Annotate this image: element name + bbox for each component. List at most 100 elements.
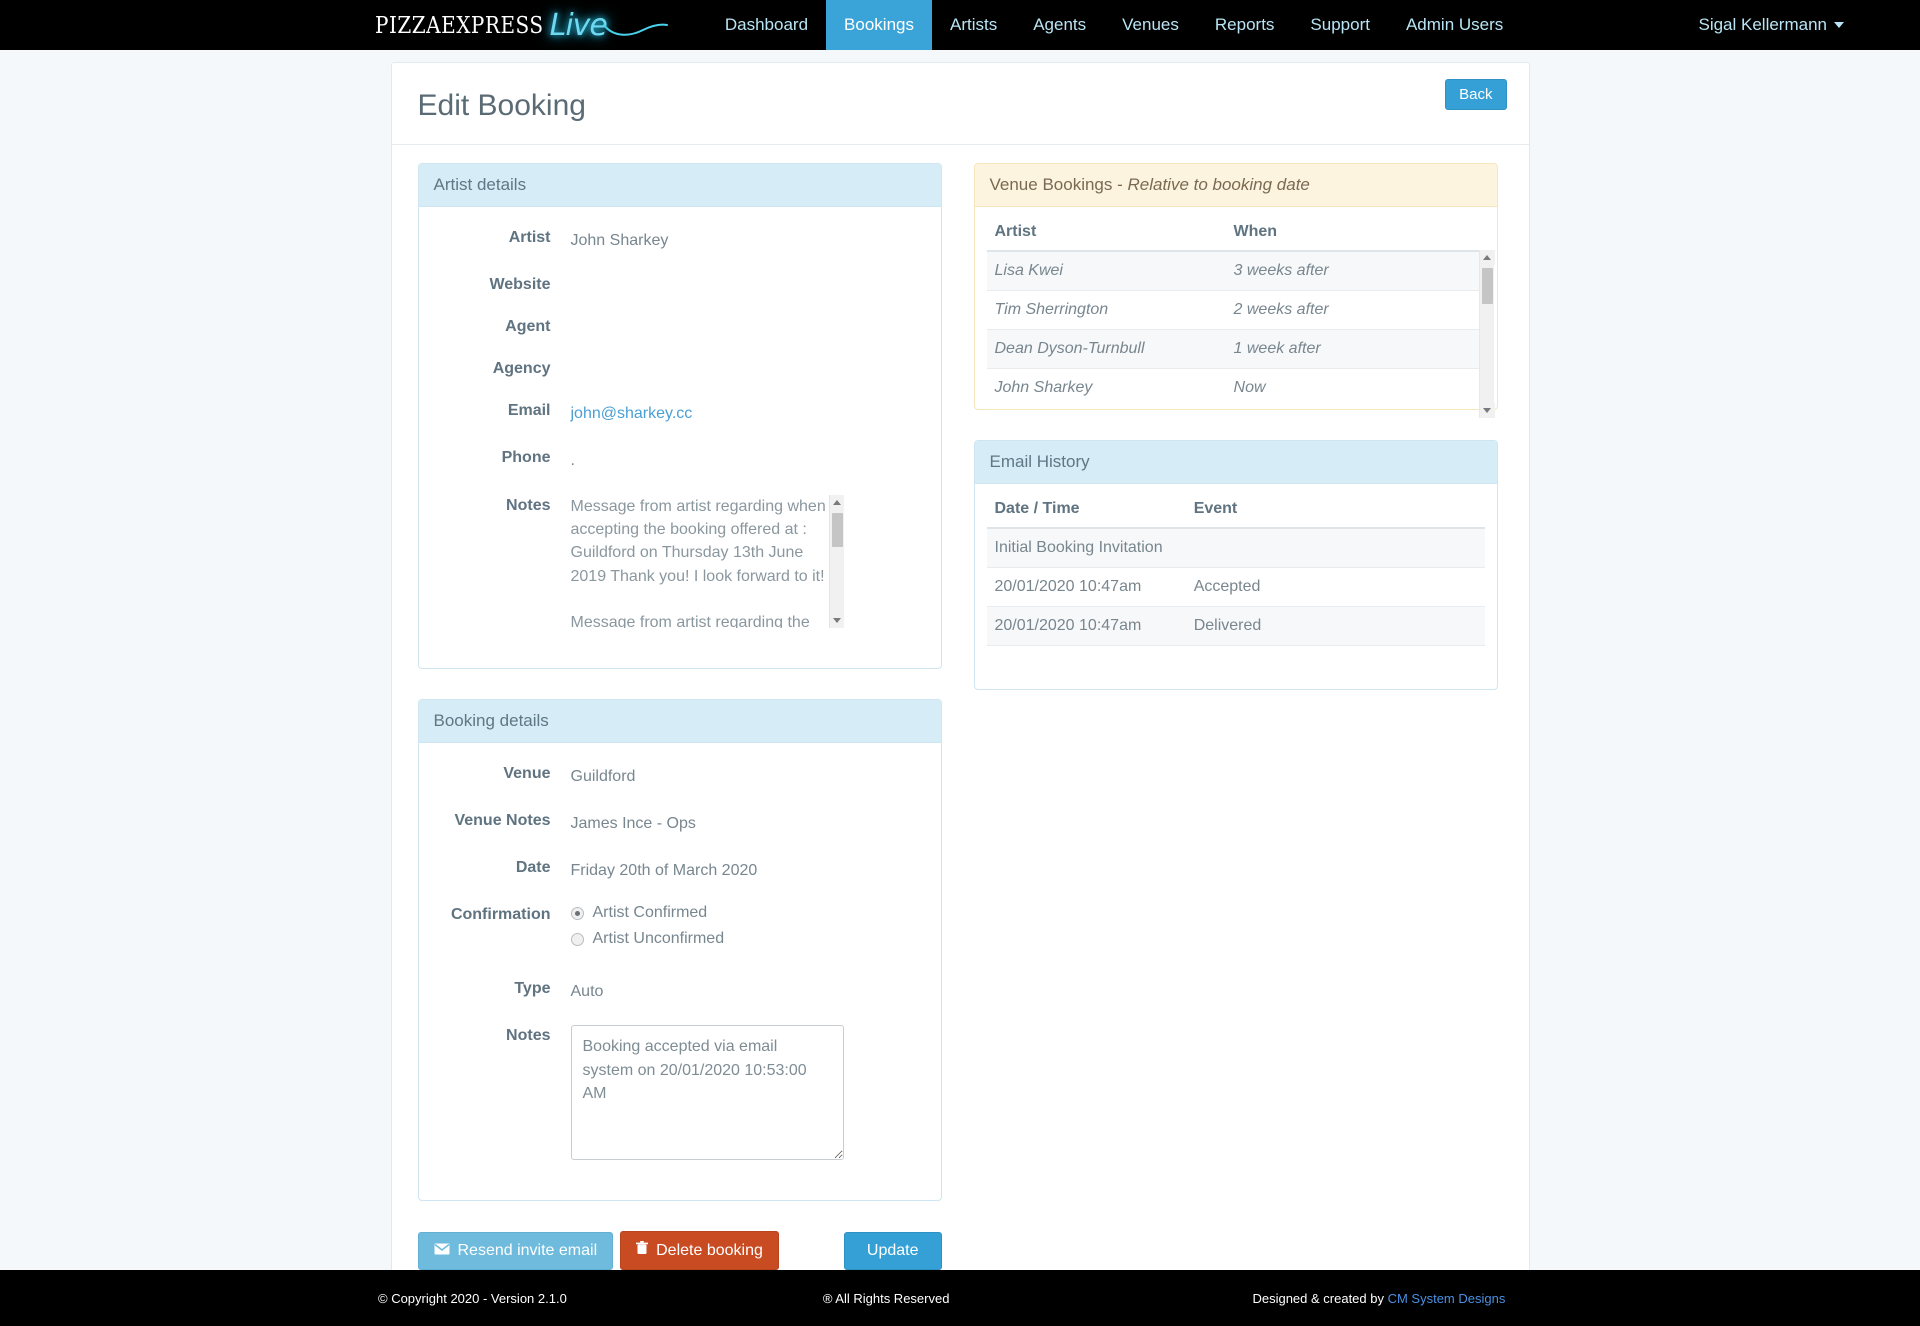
venue-bookings-scrollbar[interactable] [1478,250,1495,418]
venue-bookings-panel: Venue Bookings - Relative to booking dat… [973,163,1498,418]
venue-booking-when: Now [1225,368,1485,399]
label-artist: Artist [508,229,551,246]
venue-booking-artist: Tim Sherrington [986,290,1226,330]
field-row-confirmation: Confirmation Artist Confirmed Artist Unc… [431,904,929,956]
scroll-down-arrow-icon[interactable] [1479,403,1495,418]
artist-notes-scrollbar[interactable] [828,494,844,628]
brand-swoosh-icon [602,21,669,42]
venue-booking-artist: John Sharkey [986,368,1226,399]
chevron-down-icon [1834,22,1844,28]
label-confirmation: Confirmation [450,906,551,924]
radio-option-artist-confirmed[interactable]: Artist Confirmed [570,904,725,922]
nav-item-agents[interactable]: Agents [1015,0,1104,50]
field-row-website: Website [431,274,929,294]
table-row[interactable]: Dean Dyson-Turnbull 1 week after [986,329,1485,369]
confirmation-radio-group: Artist Confirmed Artist Unconfirmed [570,904,725,956]
action-buttons-row: Resend invite email Delete booking Updat… [417,1231,942,1271]
venue-bookings-col-artist: Artist [986,219,1226,252]
label-venue-notes: Venue Notes [454,811,551,829]
radio-artist-confirmed-input[interactable] [570,906,584,920]
booking-details-body: Venue Guildford Venue Notes James Ince -… [419,743,941,1201]
artist-details-body: Artist John Sharkey Website Agent Agency… [419,207,941,668]
venue-bookings-header-row: Artist When [986,219,1485,252]
user-menu-label: Sigal Kellermann [1698,15,1827,34]
artist-notes-scrollbox[interactable]: Message from artist regarding when accep… [571,494,844,628]
email-history-event: Delivered [1185,606,1485,646]
email-history-datetime: 20/01/2020 10:47am [986,567,1186,607]
table-row[interactable]: Lisa Kwei 3 weeks after [986,251,1485,291]
nav-item-admin-users[interactable]: Admin Users [1388,0,1521,50]
table-row[interactable]: 20/01/2020 10:47am Delivered [986,606,1485,646]
scroll-up-arrow-icon[interactable] [1479,250,1495,265]
radio-artist-unconfirmed-input[interactable] [570,932,584,946]
label-email: Email [507,402,551,420]
table-row[interactable]: John Sharkey Now [986,368,1485,399]
value-artist: John Sharkey [570,232,669,249]
nav-item-dashboard[interactable]: Dashboard [707,0,826,50]
label-date: Date [515,858,551,876]
back-button[interactable]: Back [1445,79,1507,110]
venue-bookings-heading-emphasis: Relative to booking date [1127,175,1310,194]
venue-booking-artist: Lisa Kwei [986,251,1226,291]
email-history-datetime: 20/01/2020 10:47am [986,606,1186,646]
value-email-wrap: john@sharkey.cc [571,400,693,425]
nav-item-reports[interactable]: Reports [1197,0,1293,50]
brand-logo[interactable]: PIZZAEXPRESS Live [375,0,669,50]
field-row-artist-notes: Notes Message from artist regarding when… [431,494,929,628]
user-menu[interactable]: Sigal Kellermann [1698,15,1920,35]
top-navbar: PIZZAEXPRESS Live Dashboard Bookings Art… [0,0,1920,50]
venue-bookings-body: Artist When Lisa Kwei 3 weeks after Tim … [975,207,1497,418]
resend-invite-email-button[interactable]: Resend invite email [417,1231,614,1270]
email-history-body: Date / Time Event Initial Booking Invita… [975,484,1497,689]
nav-item-artists[interactable]: Artists [932,0,1015,50]
venue-booking-when: 2 weeks after [1225,290,1485,330]
page-footer: © Copyright 2020 - Version 2.1.0 ® All R… [0,1270,1920,1326]
nav-item-support[interactable]: Support [1292,0,1388,50]
edit-booking-card: Edit Booking Back Artist details Artist … [390,62,1530,1306]
footer-credit: Designed & created by CM System Designs [1252,1291,1505,1306]
brand-live-text: Live [549,7,608,43]
table-row[interactable]: 20/01/2020 10:47am Accepted [986,567,1485,607]
label-type: Type [514,980,551,998]
label-artist-notes: Notes [506,496,551,514]
venue-bookings-rows: Lisa Kwei 3 weeks after Tim Sherrington … [986,251,1485,399]
venue-bookings-scroll-area[interactable]: Artist When Lisa Kwei 3 weeks after Tim … [986,219,1485,399]
value-phone: . [570,452,575,470]
footer-rights: ® All Rights Reserved [822,1290,950,1306]
email-history-group-row: Initial Booking Invitation [986,528,1485,568]
nav-links: Dashboard Bookings Artists Agents Venues… [707,0,1521,50]
footer-credit-link[interactable]: CM System Designs [1388,1291,1506,1306]
radio-artist-unconfirmed-label: Artist Unconfirmed [592,930,725,948]
field-row-booking-notes: Notes [431,1025,929,1161]
nav-item-bookings[interactable]: Bookings [826,0,932,50]
scrollbar-thumb[interactable] [831,512,843,547]
field-row-venue-notes: Venue Notes James Ince - Ops [431,810,929,835]
trash-icon [636,1241,649,1260]
scroll-down-arrow-icon[interactable] [829,612,844,628]
venue-booking-when: 1 week after [1225,329,1485,369]
booking-notes-textarea[interactable] [570,1025,844,1161]
scroll-up-arrow-icon[interactable] [829,494,844,510]
nav-item-venues[interactable]: Venues [1104,0,1197,50]
resend-invite-email-label: Resend invite email [457,1241,598,1259]
label-website: Website [489,276,551,294]
email-history-event: Accepted [1185,567,1485,607]
table-row[interactable]: Tim Sherrington 2 weeks after [986,290,1485,330]
field-row-email: Email john@sharkey.cc [431,400,929,425]
field-row-type: Type Auto [431,978,929,1003]
field-row-phone: Phone . [431,447,929,472]
left-column: Artist details Artist John Sharkey Websi… [417,163,942,1271]
scrollbar-thumb[interactable] [1481,268,1493,304]
artist-email-link[interactable]: john@sharkey.cc [571,405,693,422]
delete-booking-label: Delete booking [656,1241,763,1259]
value-venue-notes: James Ince - Ops [570,814,696,832]
email-history-col-datetime: Date / Time [986,496,1186,529]
delete-booking-button[interactable]: Delete booking [620,1231,779,1271]
update-button[interactable]: Update [843,1231,942,1270]
venue-bookings-table: Artist When Lisa Kwei 3 weeks after Tim … [986,219,1485,399]
field-row-artist: Artist John Sharkey [431,227,929,252]
footer-copyright: © Copyright 2020 - Version 2.1.0 [378,1290,567,1306]
radio-option-artist-unconfirmed[interactable]: Artist Unconfirmed [570,930,725,948]
label-agency: Agency [492,360,551,378]
page-title: Edit Booking [417,89,586,122]
